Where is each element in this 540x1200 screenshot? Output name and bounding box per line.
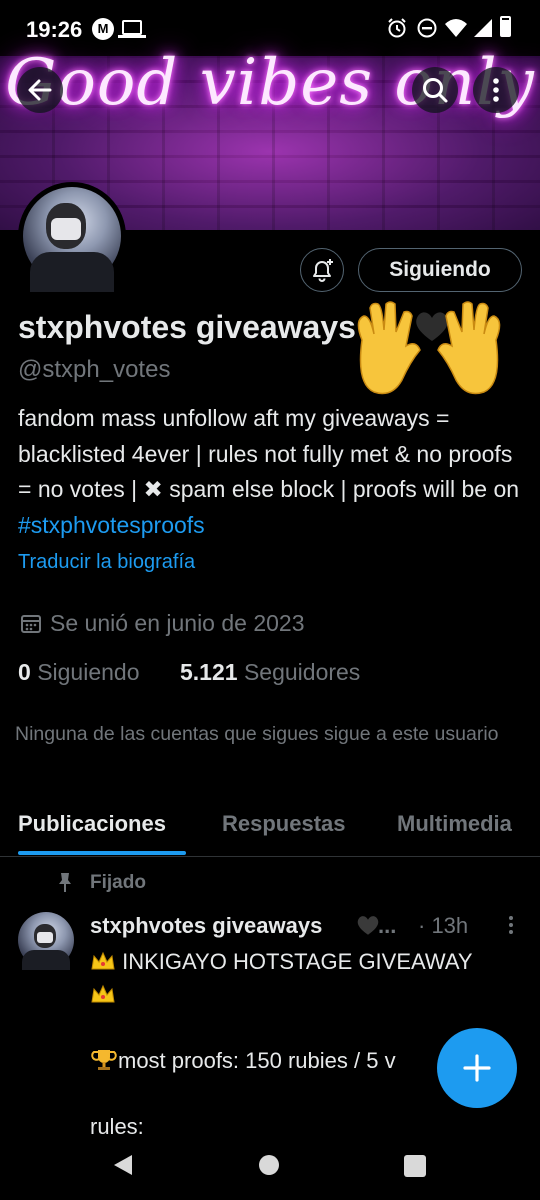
followers-count: 5.121 [180,659,238,685]
back-arrow-icon [28,79,52,101]
status-time: 19:26 [26,17,83,42]
more-options-button[interactable] [473,67,519,113]
nav-home-icon[interactable] [259,1155,279,1175]
bell-plus-icon [313,259,333,282]
post-line-1-text: INKIGAYO HOTSTAGE GIVEAWAY [116,949,473,974]
following-count: 0 [18,659,31,685]
search-icon [423,78,448,103]
waving-hands-icon [357,301,501,395]
more-vertical-icon [493,78,499,102]
profile-bio: fandom mass unfollow aft my giveaways = … [18,401,523,543]
banner-neon-text: Good vibes only [5,46,535,120]
x-emoji-icon: ✖ [143,476,163,502]
followers-count-link[interactable]: 5.121 Seguidores [180,659,360,686]
post-more-icon[interactable] [508,914,514,936]
alarm-icon [388,18,406,38]
calendar-icon [21,615,41,633]
dnd-icon [417,18,437,38]
profile-handle: @stxph_votes [18,356,171,383]
tab-posts[interactable]: Publicaciones [18,811,166,837]
post-author-name[interactable]: stxphvotes giveaways [90,913,322,939]
moto-icon: M [92,18,114,40]
post-line-3-text: most proofs: 150 rubies / 5 v [118,1048,396,1073]
bio-hashtag-link[interactable]: #stxphvotesproofs [18,512,205,538]
laptop-base [118,35,146,38]
display-name: stxphvotes giveaways [18,309,356,345]
nav-back-icon[interactable] [112,1153,134,1177]
battery-fill [502,20,509,35]
compose-post-button[interactable] [437,1028,517,1108]
bio-text-part2: spam else block | proofs will be on [162,476,520,502]
mutual-followers-note: Ninguna de las cuentas que sigues sigue … [15,723,499,745]
following-count-link[interactable]: 0 Siguiendo [18,659,140,686]
avatar-photo-body [30,252,114,292]
following-label: Siguiendo [37,659,140,685]
crown-icon [91,984,115,1003]
avatar-photo-mask [51,218,81,240]
tab-media[interactable]: Multimedia [397,811,512,837]
plus-icon [463,1054,491,1082]
laptop-icon [122,20,142,35]
post-author-truncation: ... [378,913,397,938]
post-line-2 [90,978,520,1011]
post-avatar-mask [37,932,53,943]
joined-date: Se unió en junio de 2023 [50,610,305,636]
back-button[interactable] [17,67,63,113]
translate-bio-link[interactable]: Traducir la biografía [18,551,195,574]
notifications-button[interactable] [300,248,344,292]
active-tab-indicator [18,851,186,855]
pinned-label: Fijado [90,872,146,893]
trophy-icon [91,1050,117,1070]
post-line-1: INKIGAYO HOTSTAGE GIVEAWAY [90,945,520,978]
post-avatar-body [22,950,70,970]
signal-icon [474,19,492,37]
post-timestamp: · 13h [418,913,469,938]
wifi-icon [445,19,467,37]
nav-recents-icon[interactable] [404,1155,426,1177]
following-button[interactable]: Siguiendo [358,248,522,292]
crown-icon [91,951,115,970]
pin-icon [59,873,71,892]
search-button[interactable] [412,67,458,113]
followers-label: Seguidores [243,659,361,685]
tab-replies[interactable]: Respuestas [222,811,346,837]
